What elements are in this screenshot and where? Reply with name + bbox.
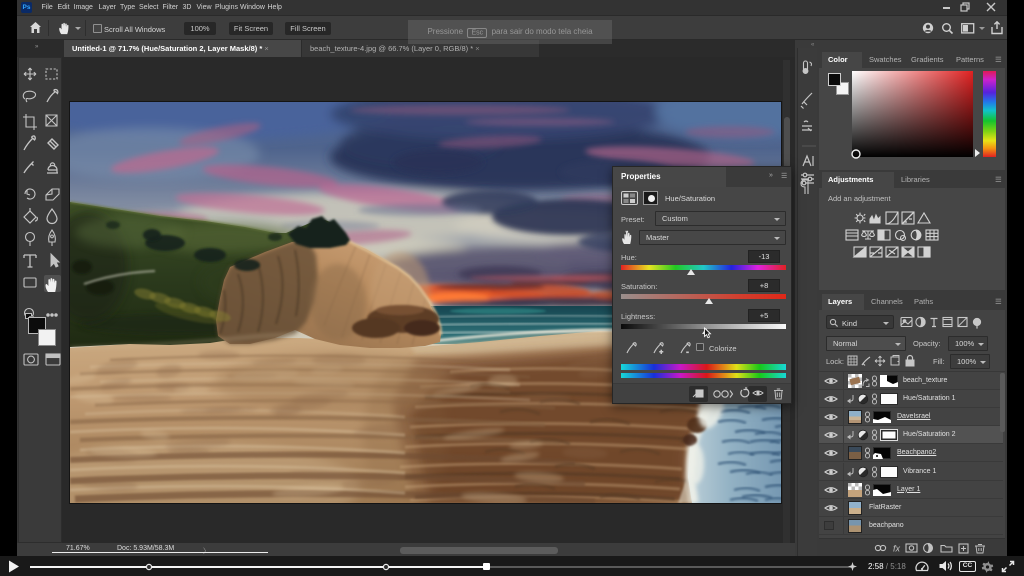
svg-text:+: + [660, 350, 664, 355]
svg-text:fx: fx [893, 544, 901, 554]
svg-text:-: - [687, 350, 689, 355]
